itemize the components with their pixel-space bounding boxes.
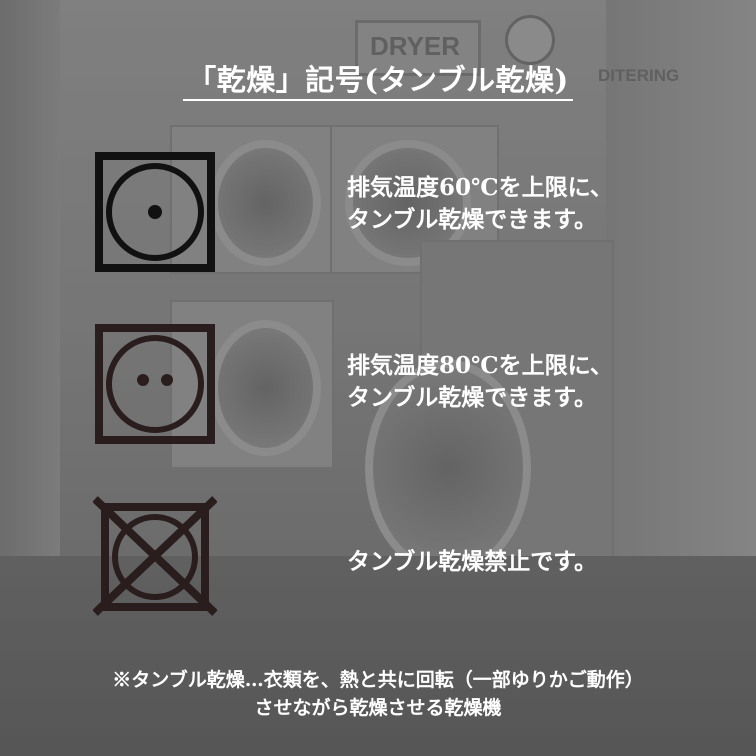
symbol-dot (148, 205, 162, 219)
symbol-dot-left (137, 374, 149, 386)
symbol-dot-right (161, 374, 173, 386)
symbol-square (95, 324, 215, 444)
symbol-3-description: タンブル乾燥禁止です。 (347, 548, 598, 575)
do-not-tumble-dry-icon (93, 496, 217, 616)
footnote: ※タンブル乾燥…衣類を、熱と共に回転（一部ゆりかご動作） させながら乾燥させる乾… (112, 669, 644, 719)
tumble-dry-low-icon (95, 152, 215, 272)
tumble-dry-medium-icon (95, 324, 215, 444)
symbol-1-description: 排気温度60℃を上限に、 タンブル乾燥できます。 (347, 174, 613, 233)
symbol-circle (106, 335, 204, 433)
page-title: 「乾燥」記号(タンブル乾燥) (0, 57, 756, 101)
symbol-2-description: 排気温度80℃を上限に、 タンブル乾燥できます。 (347, 352, 613, 411)
